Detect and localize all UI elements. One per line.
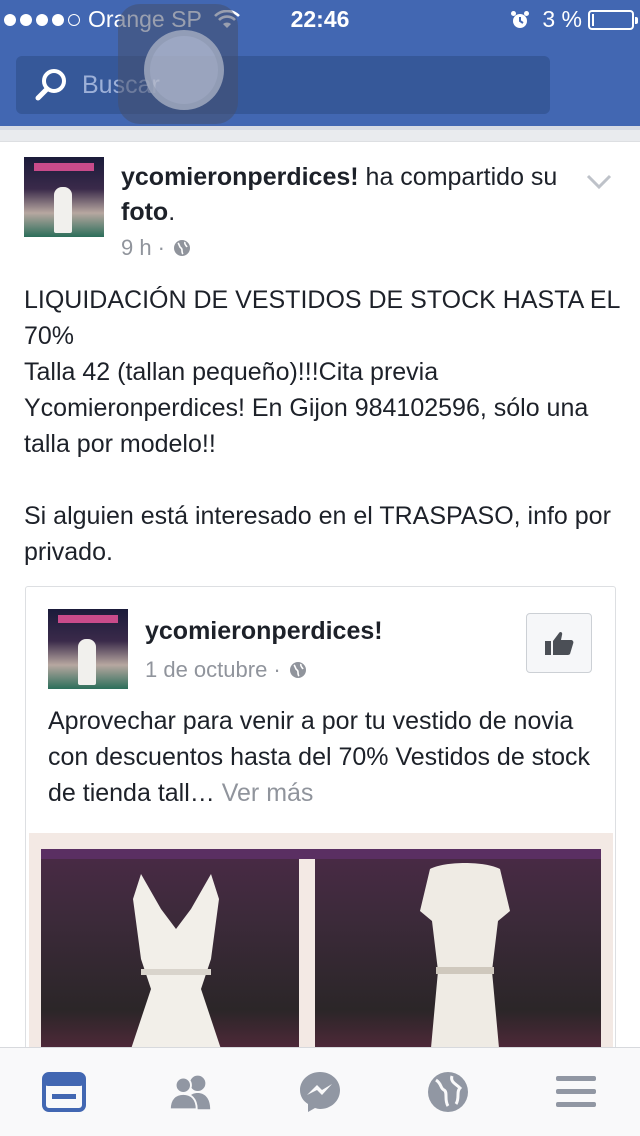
post-meta: 9 h · (121, 235, 191, 261)
photo-panel-left (41, 849, 299, 1065)
shared-photo[interactable] (29, 833, 613, 1065)
battery-icon (588, 9, 638, 30)
globe-notifications-icon (428, 1072, 468, 1112)
tab-messenger[interactable] (296, 1070, 344, 1114)
post-header: ycomieronperdices! ha compartido su foto… (121, 160, 561, 230)
author-name[interactable]: ycomieronperdices! (121, 163, 359, 191)
tab-menu[interactable] (552, 1070, 600, 1114)
alarm-icon (511, 10, 530, 28)
shared-author-avatar[interactable] (48, 609, 128, 689)
shared-post-meta: 1 de octubre · (145, 657, 307, 683)
status-bar: Orange SP 22:46 3 % (0, 0, 640, 40)
bottom-tab-bar (0, 1047, 640, 1136)
search-icon (35, 69, 66, 101)
menu-icon (556, 1076, 596, 1107)
assistive-touch-button[interactable] (118, 4, 238, 124)
shared-post[interactable]: ycomieronperdices! 1 de octubre · Aprove… (25, 586, 616, 1066)
wedding-dress-image (420, 863, 510, 1065)
news-feed-icon (42, 1072, 86, 1112)
post-timestamp[interactable]: 9 h (121, 235, 152, 261)
globe-icon (173, 240, 190, 256)
post-action-object[interactable]: foto (121, 198, 168, 226)
friends-icon (168, 1075, 211, 1111)
photo-panel-right (315, 849, 601, 1065)
tab-news-feed[interactable] (40, 1070, 88, 1114)
see-more-link[interactable]: Ver más (222, 779, 314, 807)
author-avatar[interactable] (24, 157, 104, 237)
shared-author-name[interactable]: ycomieronperdices! (145, 617, 383, 646)
chevron-down-icon[interactable] (586, 174, 612, 190)
post-action-punctuation: . (168, 198, 176, 226)
thumbs-up-icon (545, 631, 574, 655)
shared-post-date[interactable]: 1 de octubre (145, 657, 267, 683)
like-page-button[interactable] (526, 613, 592, 673)
search-bar[interactable]: Buscar (16, 56, 550, 114)
globe-icon (289, 662, 306, 678)
tab-notifications[interactable] (424, 1070, 472, 1114)
photo-frame-top (41, 849, 601, 859)
shared-post-body: Aprovechar para venir a por tu vestido d… (48, 707, 591, 807)
shared-post-text: Aprovechar para venir a por tu vestido d… (48, 703, 608, 811)
post-action-text: ha compartido su (365, 163, 558, 191)
app-header: Orange SP 22:46 3 % Buscar (0, 0, 640, 130)
meta-separator: · (273, 657, 281, 682)
tab-friends[interactable] (166, 1070, 214, 1114)
post-paragraph: LIQUIDACIÓN DE VESTIDOS DE STOCK HASTA E… (24, 286, 620, 458)
post-body: LIQUIDACIÓN DE VESTIDOS DE STOCK HASTA E… (24, 282, 624, 606)
post-paragraph: Si alguien está interesado en el TRASPAS… (24, 502, 611, 566)
meta-separator: · (157, 235, 165, 260)
feed-post: ycomieronperdices! ha compartido su foto… (0, 141, 640, 1066)
messenger-icon (300, 1072, 340, 1112)
wedding-dress-image (125, 874, 227, 1065)
battery-percent: 3 % (542, 6, 582, 32)
